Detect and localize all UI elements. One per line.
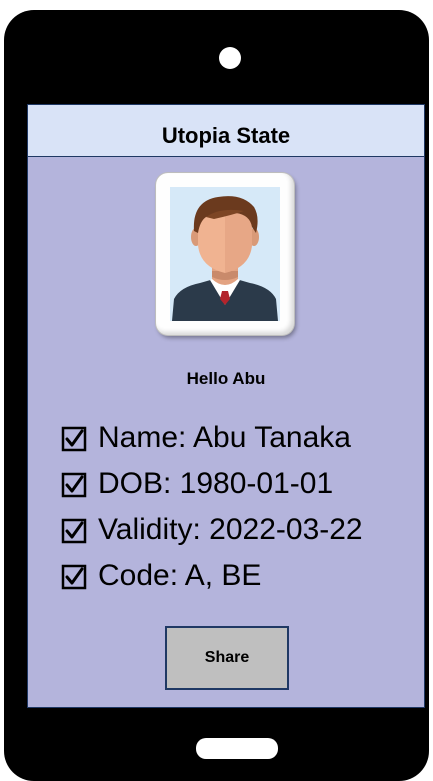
checked-box-icon — [61, 426, 87, 452]
header-bar: Utopia State — [28, 105, 424, 157]
list-item-code: Code: A, BE — [60, 553, 363, 599]
list-item-dob: DOB: 1980-01-01 — [60, 461, 363, 507]
checked-box-icon — [61, 518, 87, 544]
home-button[interactable] — [196, 738, 278, 759]
avatar-frame — [156, 173, 294, 335]
screen: Utopia State Hello Abu Name: Abu Tanaka … — [27, 104, 425, 708]
info-label: Code: A, BE — [98, 559, 262, 592]
camera-icon — [219, 47, 241, 69]
list-item-name: Name: Abu Tanaka — [60, 415, 363, 461]
list-item-validity: Validity: 2022-03-22 — [60, 507, 363, 553]
checked-box-icon — [61, 564, 87, 590]
info-label: Validity: 2022-03-22 — [98, 513, 363, 546]
greeting-text: Hello Abu — [186, 369, 266, 388]
info-label: Name: Abu Tanaka — [98, 421, 351, 454]
page-title: Utopia State — [161, 122, 291, 148]
checked-box-icon — [61, 472, 87, 498]
share-button[interactable]: Share — [165, 626, 289, 690]
info-label: DOB: 1980-01-01 — [98, 467, 334, 500]
phone-frame: Utopia State Hello Abu Name: Abu Tanaka … — [4, 10, 429, 781]
avatar — [170, 187, 280, 321]
info-list: Name: Abu Tanaka DOB: 1980-01-01 Validit… — [60, 415, 363, 599]
person-portrait-icon — [170, 187, 280, 321]
